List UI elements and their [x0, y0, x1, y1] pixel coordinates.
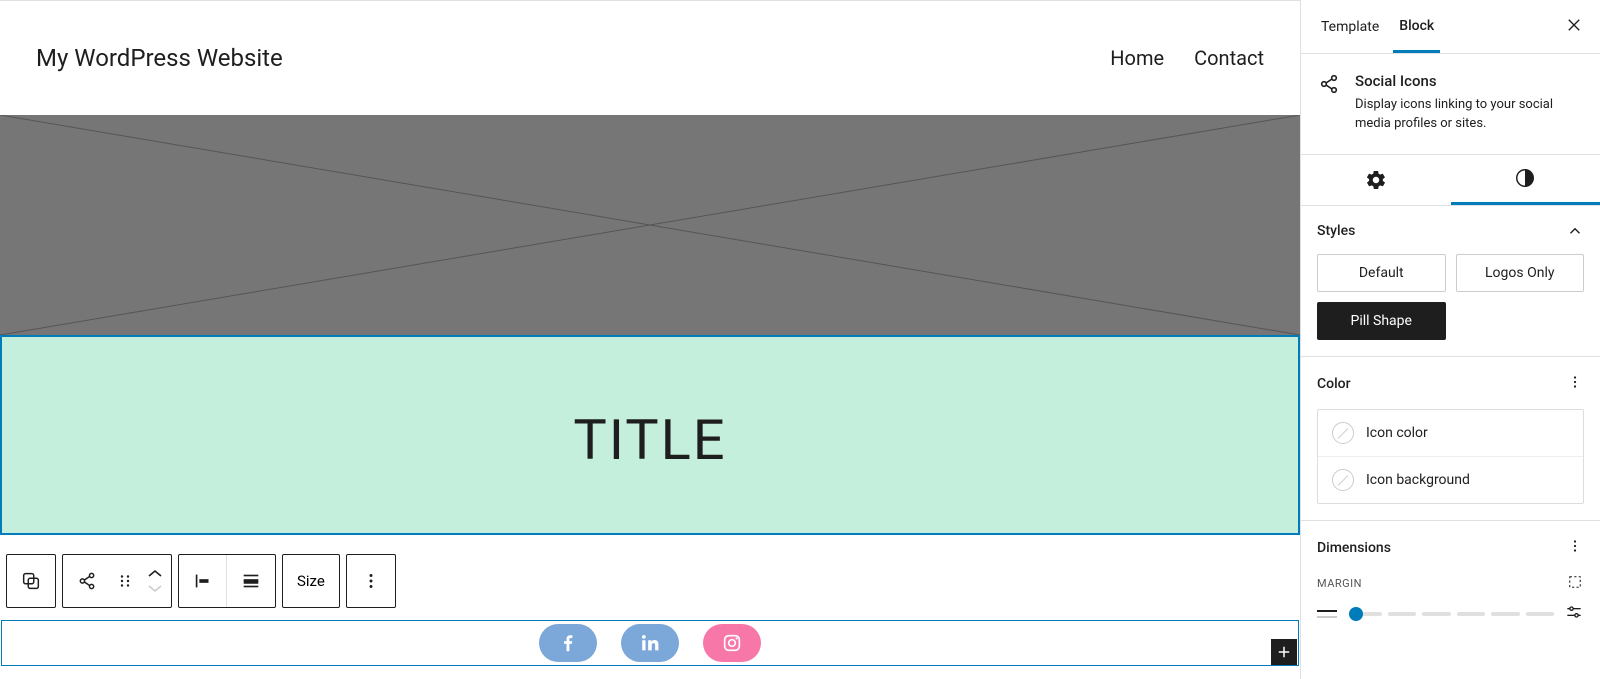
placeholder-cross-icon: [0, 115, 1300, 335]
block-card: Social Icons Display icons linking to yo…: [1301, 54, 1600, 155]
site-title[interactable]: My WordPress Website: [36, 44, 283, 72]
close-icon: [1565, 16, 1583, 34]
social-instagram[interactable]: [703, 624, 761, 662]
styles-icon: [1514, 167, 1536, 189]
block-type-button[interactable]: [63, 555, 111, 607]
margin-label: MARGIN: [1317, 577, 1362, 590]
margin-slider[interactable]: [1347, 611, 1554, 617]
unlink-sides-icon: [1566, 573, 1584, 591]
block-toolbar: Size: [6, 554, 396, 608]
dimensions-title: Dimensions: [1317, 540, 1391, 556]
dimensions-panel-header: Dimensions: [1317, 537, 1584, 559]
sliders-icon: [1564, 602, 1584, 622]
subtab-styles[interactable]: [1451, 155, 1600, 205]
dimensions-options-button[interactable]: [1566, 537, 1584, 559]
chevron-up-icon: [147, 569, 163, 579]
margin-side-icon: [1317, 610, 1337, 618]
select-parent-button[interactable]: [7, 555, 55, 607]
drag-icon: [116, 572, 134, 590]
style-default[interactable]: Default: [1317, 254, 1446, 292]
post-title[interactable]: TITLE: [2, 407, 1298, 473]
color-title: Color: [1317, 376, 1351, 392]
social-facebook[interactable]: [539, 624, 597, 662]
empty-swatch-icon: [1332, 469, 1354, 491]
toolbar-group-size: Size: [282, 554, 340, 608]
style-logos-only[interactable]: Logos Only: [1456, 254, 1585, 292]
color-panel: Color Icon color Icon background: [1301, 357, 1600, 521]
toolbar-group-parent: [6, 554, 56, 608]
inspector-subtabs: [1301, 155, 1600, 206]
icon-bg-label: Icon background: [1366, 472, 1470, 488]
navigation: Home Contact: [1110, 46, 1264, 70]
tab-template[interactable]: Template: [1315, 2, 1385, 51]
title-block-selected[interactable]: TITLE: [0, 335, 1300, 535]
justify-button[interactable]: [179, 555, 227, 607]
block-name: Social Icons: [1355, 72, 1584, 90]
share-icon: [76, 570, 98, 592]
margin-control[interactable]: [1317, 602, 1584, 626]
share-icon: [1317, 72, 1341, 96]
dimensions-panel: Dimensions MARGIN: [1301, 521, 1600, 642]
subtab-settings[interactable]: [1301, 155, 1451, 205]
copy-icon: [20, 570, 42, 592]
styles-panel: Styles Default Logos Only Pill Shape: [1301, 206, 1600, 357]
style-pill-shape[interactable]: Pill Shape: [1317, 302, 1446, 340]
styles-title: Styles: [1317, 223, 1355, 239]
more-vertical-icon: [1566, 373, 1584, 391]
color-panel-header: Color: [1317, 373, 1584, 395]
site-header: My WordPress Website Home Contact: [0, 1, 1300, 115]
move-buttons[interactable]: [139, 555, 171, 607]
empty-swatch-icon: [1332, 422, 1354, 444]
sidebar-tabs: Template Block: [1301, 0, 1600, 54]
more-vertical-icon: [1566, 537, 1584, 555]
chevron-down-icon: [147, 583, 163, 593]
plus-icon: [1275, 643, 1293, 661]
align-left-icon: [192, 570, 214, 592]
facebook-icon: [557, 632, 579, 654]
gear-icon: [1365, 169, 1387, 191]
tab-block[interactable]: Block: [1393, 1, 1440, 53]
toolbar-group-block: [62, 554, 172, 608]
chevron-up-icon: [1566, 222, 1584, 240]
icon-background-control[interactable]: Icon background: [1318, 456, 1583, 503]
linkedin-icon: [639, 632, 661, 654]
editor-canvas: My WordPress Website Home Contact TITLE: [0, 0, 1300, 679]
icon-color-control[interactable]: Icon color: [1318, 410, 1583, 456]
close-sidebar-button[interactable]: [1562, 16, 1586, 38]
add-block-button[interactable]: [1271, 639, 1297, 665]
icon-color-label: Icon color: [1366, 425, 1428, 441]
social-icons-block[interactable]: [1, 620, 1299, 666]
drag-handle[interactable]: [111, 555, 139, 607]
block-description: Display icons linking to your social med…: [1355, 96, 1584, 134]
color-options-button[interactable]: [1566, 373, 1584, 395]
featured-image-placeholder[interactable]: [0, 115, 1300, 335]
settings-sidebar: Template Block Social Icons Display icon…: [1300, 0, 1600, 679]
instagram-icon: [721, 632, 743, 654]
margin-custom-button[interactable]: [1564, 602, 1584, 626]
nav-link-home[interactable]: Home: [1110, 46, 1164, 70]
nav-link-contact[interactable]: Contact: [1194, 46, 1264, 70]
align-button[interactable]: [227, 555, 275, 607]
styles-panel-toggle[interactable]: Styles: [1317, 222, 1584, 240]
more-vertical-icon: [360, 570, 382, 592]
align-full-icon: [240, 570, 262, 592]
social-linkedin[interactable]: [621, 624, 679, 662]
toolbar-group-more: [346, 554, 396, 608]
size-button[interactable]: Size: [283, 555, 339, 607]
toolbar-group-align: [178, 554, 276, 608]
margin-link-sides-button[interactable]: [1566, 573, 1584, 594]
more-options-button[interactable]: [347, 555, 395, 607]
